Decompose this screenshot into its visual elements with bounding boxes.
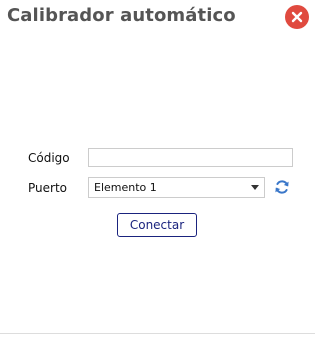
close-icon bbox=[291, 11, 303, 23]
chevron-down-icon bbox=[251, 185, 259, 190]
port-label: Puerto bbox=[28, 181, 67, 195]
refresh-button[interactable] bbox=[274, 179, 290, 195]
connect-button[interactable]: Conectar bbox=[117, 213, 197, 237]
calibrator-dialog: Calibrador automático Código Puerto Elem… bbox=[0, 0, 315, 338]
bottom-divider bbox=[0, 333, 315, 334]
close-button[interactable] bbox=[285, 5, 309, 29]
dialog-title: Calibrador automático bbox=[7, 5, 236, 26]
refresh-icon bbox=[275, 180, 289, 194]
port-select[interactable]: Elemento 1 bbox=[88, 177, 265, 198]
code-label: Código bbox=[28, 151, 70, 165]
code-input[interactable] bbox=[88, 148, 293, 167]
port-select-value: Elemento 1 bbox=[94, 181, 157, 194]
